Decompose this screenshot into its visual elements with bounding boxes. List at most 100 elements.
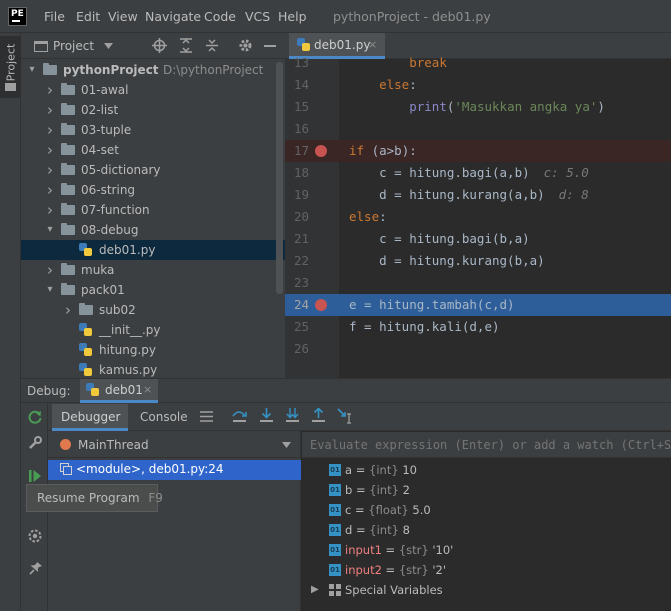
tree-item-label: hitung.py bbox=[99, 343, 157, 357]
chevron-right-icon[interactable]: › bbox=[63, 300, 73, 320]
stack-frame-icon bbox=[60, 463, 72, 475]
close-session-icon[interactable]: × bbox=[143, 383, 152, 396]
run-to-cursor-icon[interactable] bbox=[337, 408, 353, 424]
chevron-right-icon[interactable]: › bbox=[45, 260, 55, 280]
chevron-down-icon[interactable]: ▾ bbox=[27, 60, 37, 80]
variable-row-a[interactable]: 01 a = {int} 10 bbox=[302, 460, 671, 480]
variable-row-input1[interactable]: 01 input1 = {str} '10' bbox=[302, 540, 671, 560]
line-number: 20 bbox=[293, 209, 309, 224]
code-line[interactable]: 19 d = hitung.kurang(a,b) d: 8 bbox=[285, 184, 671, 206]
chevron-right-icon[interactable]: › bbox=[45, 180, 55, 200]
gear-icon[interactable] bbox=[238, 38, 253, 53]
code-line[interactable]: 25 f = hitung.kali(d,e) bbox=[285, 316, 671, 338]
code-line[interactable]: 13 break bbox=[285, 52, 671, 74]
thread-selector[interactable]: MainThread bbox=[48, 432, 301, 458]
step-into-my-code-icon[interactable] bbox=[285, 408, 300, 423]
tree-item-label: 05-dictionary bbox=[81, 163, 161, 177]
menu-vcs[interactable]: VCS bbox=[245, 9, 270, 24]
step-into-icon[interactable] bbox=[259, 408, 274, 423]
chevron-right-icon[interactable]: › bbox=[45, 160, 55, 180]
tree-item-05-dictionary[interactable]: › 05-dictionary bbox=[21, 160, 285, 180]
variable-row-b[interactable]: 01 b = {int} 2 bbox=[302, 480, 671, 500]
variable-name: a bbox=[345, 463, 353, 477]
tree-item-label: sub02 bbox=[99, 303, 136, 317]
tree-item-init-py[interactable]: __init__.py bbox=[21, 320, 285, 340]
chevron-right-icon[interactable]: › bbox=[45, 140, 55, 160]
special-variables-row[interactable]: ▶ Special Variables bbox=[302, 580, 671, 600]
chevron-down-icon[interactable] bbox=[282, 442, 291, 448]
chevron-down-icon[interactable]: ▾ bbox=[45, 220, 55, 240]
minimize-icon[interactable] bbox=[264, 45, 276, 47]
tree-item-pythonproject[interactable]: ▾ pythonProject D:\pythonProject bbox=[21, 60, 285, 80]
menu-help[interactable]: Help bbox=[278, 9, 307, 24]
code-line[interactable]: 18 c = hitung.bagi(a,b) c: 5.0 bbox=[285, 162, 671, 184]
tree-item-07-function[interactable]: › 07-function bbox=[21, 200, 285, 220]
project-scrollbar[interactable] bbox=[276, 62, 283, 294]
code-text: if (a>b): bbox=[349, 143, 417, 158]
menu-file[interactable]: File bbox=[44, 9, 65, 24]
breakpoint-icon[interactable] bbox=[315, 145, 327, 157]
code-line[interactable]: 14 else: bbox=[285, 74, 671, 96]
evaluate-expression-input[interactable] bbox=[302, 432, 671, 457]
variable-row-input2[interactable]: 01 input2 = {str} '2' bbox=[302, 560, 671, 580]
code-line[interactable]: 16 bbox=[285, 118, 671, 140]
tree-item-sub02[interactable]: › sub02 bbox=[21, 300, 285, 320]
hamburger-menu-icon[interactable] bbox=[200, 411, 213, 422]
chevron-right-icon[interactable]: ▶ bbox=[311, 580, 319, 600]
tree-item-08-debug[interactable]: ▾ 08-debug bbox=[21, 220, 285, 240]
tooltip-text: Resume Program bbox=[37, 491, 140, 505]
tree-item-06-string[interactable]: › 06-string bbox=[21, 180, 285, 200]
tree-item-02-list[interactable]: › 02-list bbox=[21, 100, 285, 120]
tree-item-01-awal[interactable]: › 01-awal bbox=[21, 80, 285, 100]
code-line[interactable]: 20 else: bbox=[285, 206, 671, 228]
code-line[interactable]: 26 bbox=[285, 338, 671, 360]
tree-item-04-set[interactable]: › 04-set bbox=[21, 140, 285, 160]
debug-session-tab[interactable]: deb01 × bbox=[80, 379, 158, 403]
rerun-icon[interactable] bbox=[28, 410, 42, 424]
tree-item-muka[interactable]: › muka bbox=[21, 260, 285, 280]
variable-value: 2 bbox=[402, 483, 410, 497]
chevron-right-icon[interactable]: › bbox=[45, 80, 55, 100]
variable-row-c[interactable]: 01 c = {float} 5.0 bbox=[302, 500, 671, 520]
code-line[interactable]: 15 print('Masukkan angka ya') bbox=[285, 96, 671, 118]
code-line[interactable]: 23 bbox=[285, 272, 671, 294]
menu-navigate[interactable]: Navigate bbox=[145, 9, 201, 24]
resume-program-icon[interactable] bbox=[28, 469, 42, 483]
chevron-down-icon[interactable] bbox=[104, 43, 113, 49]
menu-edit[interactable]: Edit bbox=[76, 9, 100, 24]
collapse-all-icon[interactable] bbox=[205, 38, 219, 53]
variable-row-d[interactable]: 01 d = {int} 8 bbox=[302, 520, 671, 540]
current-execution-line[interactable]: 24 e = hitung.tambah(c,d) bbox=[285, 294, 671, 316]
tree-item-kamus-py[interactable]: kamus.py bbox=[21, 360, 285, 380]
tree-item-03-tuple[interactable]: › 03-tuple bbox=[21, 120, 285, 140]
tree-item-hitung-py[interactable]: hitung.py bbox=[21, 340, 285, 360]
step-out-icon[interactable] bbox=[311, 408, 326, 423]
chevron-right-icon[interactable]: › bbox=[45, 100, 55, 120]
project-panel-title[interactable]: Project bbox=[53, 39, 94, 53]
debug-session-label: deb01 bbox=[105, 383, 143, 397]
folder-icon bbox=[61, 143, 75, 155]
menu-code[interactable]: Code bbox=[204, 9, 236, 24]
code-line[interactable]: 21 c = hitung.bagi(b,a) bbox=[285, 228, 671, 250]
menu-view[interactable]: View bbox=[108, 9, 138, 24]
evaluate-expression-field[interactable] bbox=[302, 432, 671, 458]
tree-item-deb01-py[interactable]: deb01.py bbox=[21, 240, 285, 260]
wrench-settings-icon[interactable] bbox=[28, 436, 42, 450]
breakpoint-icon[interactable] bbox=[315, 299, 327, 311]
code-line[interactable]: 17 if (a>b): bbox=[285, 140, 671, 162]
code-line[interactable]: 22 d = hitung.kurang(b,a) bbox=[285, 250, 671, 272]
step-over-icon[interactable] bbox=[232, 408, 247, 423]
stack-frame-row[interactable]: <module>, deb01.py:24 bbox=[48, 460, 301, 480]
tree-item-pack01[interactable]: ▾ pack01 bbox=[21, 280, 285, 300]
variable-value: 5.0 bbox=[412, 503, 431, 517]
chevron-right-icon[interactable]: › bbox=[45, 200, 55, 220]
tab-console[interactable]: Console bbox=[140, 410, 188, 424]
expand-all-icon[interactable] bbox=[179, 38, 193, 53]
locate-crosshair-icon[interactable] bbox=[152, 38, 167, 53]
chevron-down-icon[interactable]: ▾ bbox=[45, 280, 55, 300]
tab-debugger[interactable]: Debugger bbox=[52, 404, 128, 431]
chevron-right-icon[interactable]: › bbox=[45, 120, 55, 140]
pin-icon[interactable] bbox=[28, 561, 42, 575]
view-breakpoints-icon[interactable] bbox=[28, 529, 42, 543]
close-tab-icon[interactable]: × bbox=[368, 38, 377, 51]
